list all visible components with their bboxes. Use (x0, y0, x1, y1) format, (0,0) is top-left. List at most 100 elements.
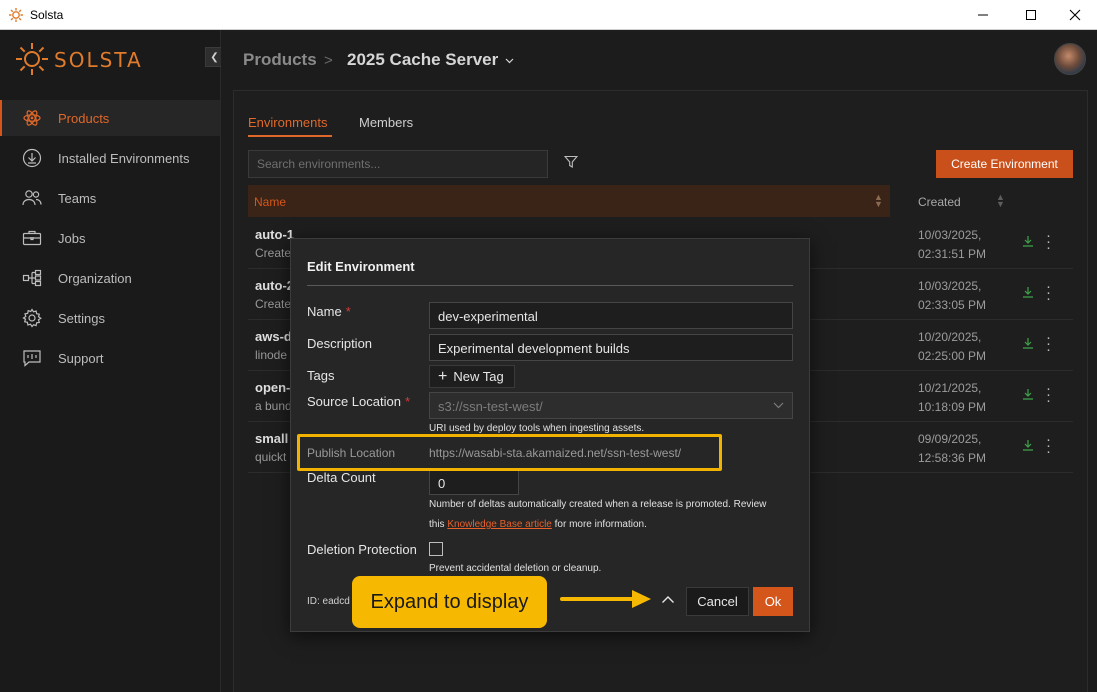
breadcrumb-separator: > (324, 52, 333, 69)
sort-icon[interactable]: ▲ ▼ (996, 193, 1005, 209)
row-description: Create (255, 246, 292, 260)
row-name: aws-d (255, 329, 292, 344)
deletion-protection-label: Deletion Protection (307, 542, 417, 557)
column-header-name[interactable]: Name (248, 185, 890, 217)
page-header: Products > 2025 Cache Server (221, 30, 1097, 90)
row-description: a bund (255, 399, 292, 413)
row-menu-kebab-icon[interactable]: · · · (1046, 381, 1051, 408)
sidebar-item-label: Installed Environments (58, 150, 190, 166)
sidebar-item-jobs[interactable]: Jobs (0, 220, 220, 256)
product-selector[interactable]: 2025 Cache Server (347, 50, 514, 70)
name-field[interactable]: dev-experimental (429, 302, 793, 329)
publish-location-highlight (297, 434, 722, 471)
name-label: Name * (307, 304, 351, 319)
dialog-title: Edit Environment (307, 259, 415, 274)
maximize-button[interactable] (1008, 0, 1054, 30)
brand-wordmark: SOLSTA (54, 48, 143, 72)
filter-icon[interactable] (564, 155, 578, 169)
maximize-icon (1026, 10, 1036, 20)
sidebar-item-installed-environments[interactable]: Installed Environments (0, 140, 220, 176)
chevron-left-icon: ❮ (210, 51, 219, 63)
close-window-button[interactable] (1052, 0, 1097, 30)
annotation-arrow-icon (560, 590, 651, 608)
row-name: open- (255, 380, 291, 395)
tags-label: Tags (307, 368, 335, 383)
active-tab-indicator (248, 135, 332, 137)
sidebar-item-support[interactable]: Support (0, 340, 220, 376)
install-download-icon[interactable] (1022, 235, 1034, 247)
expand-chevron-up-icon[interactable] (661, 594, 675, 604)
cancel-button[interactable]: Cancel (686, 587, 749, 616)
sidebar-item-settings[interactable]: Settings (0, 300, 220, 336)
tab-environments[interactable]: Environments (248, 115, 327, 130)
row-description: quickt (255, 450, 287, 464)
row-name: auto-2 (255, 278, 294, 293)
tab-members[interactable]: Members (359, 115, 413, 130)
row-created: 09/09/2025, 12:58:36 PM (918, 432, 987, 465)
install-download-icon[interactable] (1022, 337, 1034, 349)
users-icon (20, 189, 44, 207)
annotation-callout: Expand to display (352, 576, 547, 628)
row-menu-kebab-icon[interactable]: · · · (1046, 330, 1051, 357)
row-created: 10/03/2025, 02:33:05 PM (918, 279, 987, 312)
product-name: 2025 Cache Server (347, 50, 499, 69)
row-created: 10/21/2025, 10:18:09 PM (918, 381, 987, 414)
search-input[interactable]: Search environments... (248, 150, 548, 178)
plus-icon: + (438, 367, 448, 385)
sidebar: SOLSTA ❮ Products Installed Environments… (0, 30, 224, 692)
source-location-select[interactable]: s3://ssn-test-west/ (429, 392, 793, 419)
install-download-icon[interactable] (1022, 439, 1034, 451)
sidebar-item-label: Settings (58, 310, 105, 326)
column-header-created[interactable]: Created (890, 185, 1072, 217)
sort-icon[interactable]: ▲ ▼ (874, 193, 883, 209)
atom-icon (20, 109, 44, 127)
breadcrumb-products[interactable]: Products (243, 50, 317, 70)
close-icon (1069, 9, 1081, 21)
minimize-icon (978, 14, 988, 16)
row-name: small (255, 431, 289, 446)
sidebar-item-products[interactable]: Products (0, 100, 220, 136)
description-label: Description (307, 336, 373, 351)
description-field[interactable]: Experimental development builds (429, 334, 793, 361)
ok-button[interactable]: Ok (753, 587, 793, 616)
new-tag-label: New Tag (453, 369, 504, 384)
divider (307, 285, 793, 286)
minimize-button[interactable] (960, 0, 1006, 30)
user-avatar[interactable] (1054, 43, 1086, 75)
title-bar: Solsta (0, 0, 1097, 30)
source-location-value: s3://ssn-test-west/ (438, 399, 543, 414)
row-menu-kebab-icon[interactable]: · · · (1046, 228, 1051, 255)
hierarchy-icon (20, 269, 44, 287)
row-created: 10/20/2025, 02:25:00 PM (918, 330, 987, 363)
sidebar-item-label: Jobs (58, 230, 86, 246)
create-environment-button[interactable]: Create Environment (936, 150, 1073, 178)
delta-count-help: Number of deltas automatically created w… (429, 499, 767, 530)
deletion-protection-checkbox[interactable] (429, 542, 443, 556)
source-location-label: Source Location * (307, 394, 411, 409)
window-title: Solsta (30, 8, 64, 22)
row-description: Create (255, 297, 292, 311)
sidebar-item-teams[interactable]: Teams (0, 180, 220, 216)
row-menu-kebab-icon[interactable]: · · · (1046, 279, 1051, 306)
solsta-app-icon (9, 8, 23, 22)
delta-count-field[interactable]: 0 (429, 470, 519, 495)
gear-icon (20, 308, 44, 328)
solsta-logo-icon (16, 43, 48, 75)
install-download-icon[interactable] (1022, 286, 1034, 298)
sidebar-item-organization[interactable]: Organization (0, 260, 220, 296)
download-icon (20, 148, 44, 168)
row-menu-kebab-icon[interactable]: · · · (1046, 432, 1051, 459)
chevron-down-icon (505, 58, 514, 63)
row-description: linode (255, 348, 288, 362)
new-tag-button[interactable]: + New Tag (429, 365, 515, 388)
sidebar-item-label: Support (58, 350, 104, 366)
chat-icon (20, 349, 44, 367)
sidebar-item-label: Organization (58, 270, 132, 286)
sidebar-item-label: Products (58, 110, 110, 126)
sidebar-item-label: Teams (58, 190, 97, 206)
install-download-icon[interactable] (1022, 388, 1034, 400)
knowledge-base-link[interactable]: Knowledge Base article (447, 519, 552, 530)
row-created: 10/03/2025, 02:31:51 PM (918, 228, 987, 261)
briefcase-icon (20, 229, 44, 247)
row-name: auto-1 (255, 227, 294, 242)
